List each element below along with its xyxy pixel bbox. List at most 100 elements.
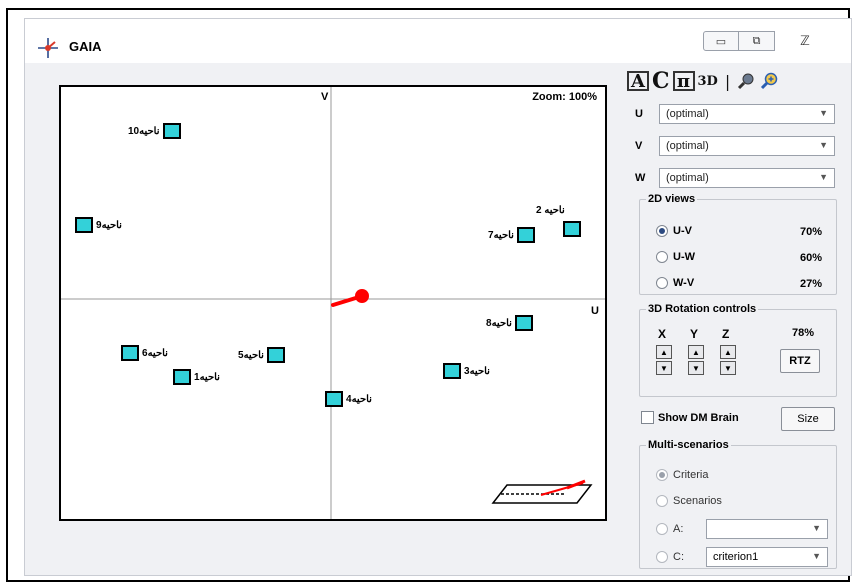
3d-orientation-widget <box>491 479 593 504</box>
minimize-icon: ▭ <box>715 35 727 48</box>
w-axis-select[interactable]: (optimal) ▼ <box>659 168 835 188</box>
point-label: ناحیه6 <box>142 347 168 359</box>
chevron-down-icon: ▼ <box>819 172 828 182</box>
title-bar[interactable]: GAIA ▭ ⧉ ℤ <box>25 19 851 63</box>
view-toolbar: A C π 3D | <box>627 68 780 94</box>
rotate-y-up-button[interactable]: ▲ <box>688 345 704 359</box>
zoom-out-icon[interactable] <box>737 71 757 91</box>
point-label: ناحیه9 <box>96 219 122 231</box>
point-marker <box>563 221 581 237</box>
alternative-point[interactable]: ناحیه4 <box>325 391 375 407</box>
show-dm-brain-checkbox[interactable]: Show DM Brain <box>641 411 739 424</box>
rotate-z-up-button[interactable]: ▲ <box>720 345 736 359</box>
rotate-x-down-button[interactable]: ▼ <box>656 361 672 375</box>
criteria-toggle-button[interactable]: C <box>652 68 670 94</box>
criteria-radio[interactable]: Criteria <box>656 469 708 481</box>
point-marker <box>173 369 191 385</box>
alternative-point[interactable]: ناحیه1 <box>173 369 223 385</box>
point-label: ناحیه5 <box>238 349 264 361</box>
point-marker <box>325 391 343 407</box>
alternative-point[interactable]: ناحیه9 <box>75 217 125 233</box>
multi-scenarios-legend: Multi-scenarios <box>648 439 729 451</box>
toolbar-separator: | <box>724 71 731 91</box>
scenarios-radio[interactable]: Scenarios <box>656 495 722 507</box>
u-axis-label: U <box>591 305 599 317</box>
decision-stick-head <box>355 289 369 303</box>
c-radio[interactable]: C: <box>656 551 684 563</box>
alternative-point[interactable]: ناحیه3 <box>443 363 493 379</box>
maximize-button[interactable]: ⧉ <box>739 31 775 51</box>
radio-icon <box>656 523 668 535</box>
radio-icon <box>656 225 668 237</box>
v-axis-select[interactable]: (optimal) ▼ <box>659 136 835 156</box>
x-axis-label: X <box>658 327 667 341</box>
view-uv-quality: 70% <box>800 226 823 238</box>
a-radio[interactable]: A: <box>656 523 683 535</box>
radio-icon <box>656 277 668 289</box>
point-label: ناحیه7 <box>488 229 514 241</box>
alternative-point[interactable]: ناحیه 2 <box>533 202 568 218</box>
gaia-plane[interactable]: V U Zoom: 100% ناحیه10 ناحیه9 ناحیه 2 نا… <box>59 85 607 521</box>
w-axis-row: W (optimal) ▼ <box>635 167 835 189</box>
chevron-down-icon: ▼ <box>819 108 828 118</box>
close-icon: ℤ <box>800 33 810 48</box>
decision-stick <box>331 295 361 307</box>
alternative-point[interactable]: ناحیه10 <box>125 123 181 139</box>
gaia-plane-graphics <box>61 87 605 519</box>
u-axis-key: U <box>635 108 643 120</box>
point-marker <box>514 315 533 331</box>
alternative-point[interactable] <box>563 221 581 237</box>
pi-toggle-button[interactable]: π <box>672 71 695 92</box>
c-select[interactable]: criterion1 ▼ <box>706 547 828 567</box>
x-rotation-spinner: ▲ ▼ <box>656 345 672 377</box>
view-uv-radio[interactable]: U-V <box>656 225 692 237</box>
v-axis-row: V (optimal) ▼ <box>635 135 835 157</box>
rotate-x-up-button[interactable]: ▲ <box>656 345 672 359</box>
chevron-down-icon: ▼ <box>819 140 828 150</box>
alternative-point[interactable]: ناحیه6 <box>121 345 171 361</box>
radio-icon <box>656 469 668 481</box>
alternative-point[interactable]: ناحیه7 <box>485 227 535 243</box>
point-marker <box>75 217 93 233</box>
u-axis-select[interactable]: (optimal) ▼ <box>659 104 835 124</box>
point-marker <box>516 227 535 243</box>
rotate-z-down-button[interactable]: ▼ <box>720 361 736 375</box>
rotation-quality: 78% <box>792 327 815 339</box>
point-marker <box>266 347 285 363</box>
point-marker <box>121 345 139 361</box>
w-axis-key: W <box>635 172 646 184</box>
chevron-down-icon: ▼ <box>812 523 821 533</box>
a-select[interactable]: ▼ <box>706 519 828 539</box>
radio-icon <box>656 495 668 507</box>
2d-views-legend: 2D views <box>648 193 696 205</box>
u-axis-row: U (optimal) ▼ <box>635 103 835 125</box>
rotate-y-down-button[interactable]: ▼ <box>688 361 704 375</box>
gaia-app-icon <box>38 38 58 58</box>
point-label: ناحیه1 <box>194 371 220 383</box>
alternative-point[interactable]: ناحیه5 <box>235 347 285 363</box>
alternatives-toggle-button[interactable]: A <box>627 71 649 92</box>
2d-views-group: 2D views U-V 70% U-W 60% W-V 27% <box>639 193 837 295</box>
zoom-in-icon[interactable] <box>760 71 780 91</box>
z-axis-label: Z <box>722 327 730 341</box>
3d-view-button[interactable]: 3D <box>698 74 718 89</box>
view-wv-quality: 27% <box>800 278 823 290</box>
rtz-button[interactable]: RTZ <box>780 349 820 373</box>
multi-scenarios-group: Multi-scenarios Criteria Scenarios A: ▼ … <box>639 439 837 569</box>
size-button[interactable]: Size <box>781 407 835 431</box>
view-wv-radio[interactable]: W-V <box>656 277 694 289</box>
view-uw-radio[interactable]: U-W <box>656 251 695 263</box>
v-axis-key: V <box>635 140 643 152</box>
y-axis-label: Y <box>690 327 699 341</box>
radio-icon <box>656 251 668 263</box>
close-button[interactable]: ℤ <box>785 31 825 51</box>
3d-rotation-legend: 3D Rotation controls <box>648 303 757 315</box>
point-marker <box>443 363 461 379</box>
window-title: GAIA <box>69 39 102 54</box>
checkbox-icon <box>641 411 654 424</box>
maximize-icon: ⧉ <box>752 34 761 47</box>
radio-icon <box>656 551 668 563</box>
alternative-point[interactable]: ناحیه8 <box>483 315 533 331</box>
point-label: ناحیه4 <box>346 393 372 405</box>
minimize-button[interactable]: ▭ <box>703 31 739 51</box>
